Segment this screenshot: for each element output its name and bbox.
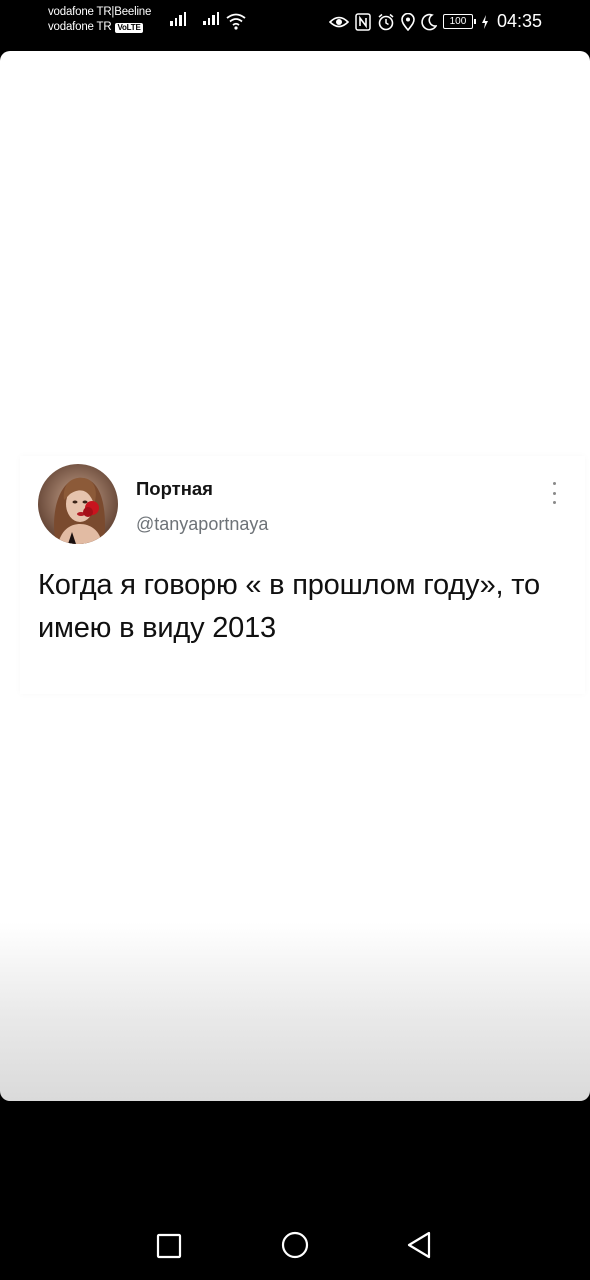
more-dot-icon <box>552 482 556 485</box>
signal-strength-1-icon <box>170 12 186 26</box>
story-card[interactable]: Портная @tanyaportnaya Когда я говорю « … <box>0 51 590 1101</box>
navigation-bar <box>0 1185 590 1280</box>
status-clock: 04:35 <box>496 11 542 31</box>
user-handle[interactable]: @tanyaportnaya <box>136 514 268 535</box>
more-options-button[interactable] <box>550 482 558 504</box>
wifi-icon <box>226 13 246 30</box>
system-status-icons: 100 04:35 <box>328 11 542 32</box>
battery-icon: 100 <box>442 14 476 29</box>
nfc-icon <box>355 12 371 31</box>
signal-strength-2-icon <box>203 12 219 25</box>
carrier-info: vodafone TR|Beeline vodafone TR VoLTE <box>48 5 151 35</box>
avatar[interactable] <box>38 464 118 544</box>
volte-badge: VoLTE <box>115 22 143 33</box>
alarm-icon <box>378 13 394 30</box>
display-name[interactable]: Портная <box>136 478 213 500</box>
eye-comfort-icon <box>328 16 349 27</box>
avatar-photo-icon <box>38 464 118 544</box>
tweet-text: Когда я говорю « в прошлом году», то име… <box>38 569 540 644</box>
more-dot-icon <box>552 491 556 495</box>
carrier-1-label: vodafone TR|Beeline <box>48 6 152 18</box>
home-button[interactable] <box>281 1231 309 1259</box>
recents-button[interactable] <box>156 1233 182 1259</box>
more-dot-icon <box>552 501 556 504</box>
location-icon <box>401 12 415 31</box>
carrier-line-1: vodafone TR|Beeline <box>48 5 151 20</box>
status-bar: vodafone TR|Beeline vodafone TR VoLTE 10… <box>0 0 590 48</box>
back-button[interactable] <box>406 1231 432 1259</box>
battery-level: 100 <box>449 16 467 27</box>
carrier-2-label: vodafone TR <box>48 21 112 33</box>
do-not-disturb-icon <box>421 13 437 30</box>
tweet-card[interactable]: Портная @tanyaportnaya Когда я говорю « … <box>20 456 585 694</box>
charging-icon <box>481 14 488 29</box>
carrier-line-2: vodafone TR VoLTE <box>48 20 151 35</box>
